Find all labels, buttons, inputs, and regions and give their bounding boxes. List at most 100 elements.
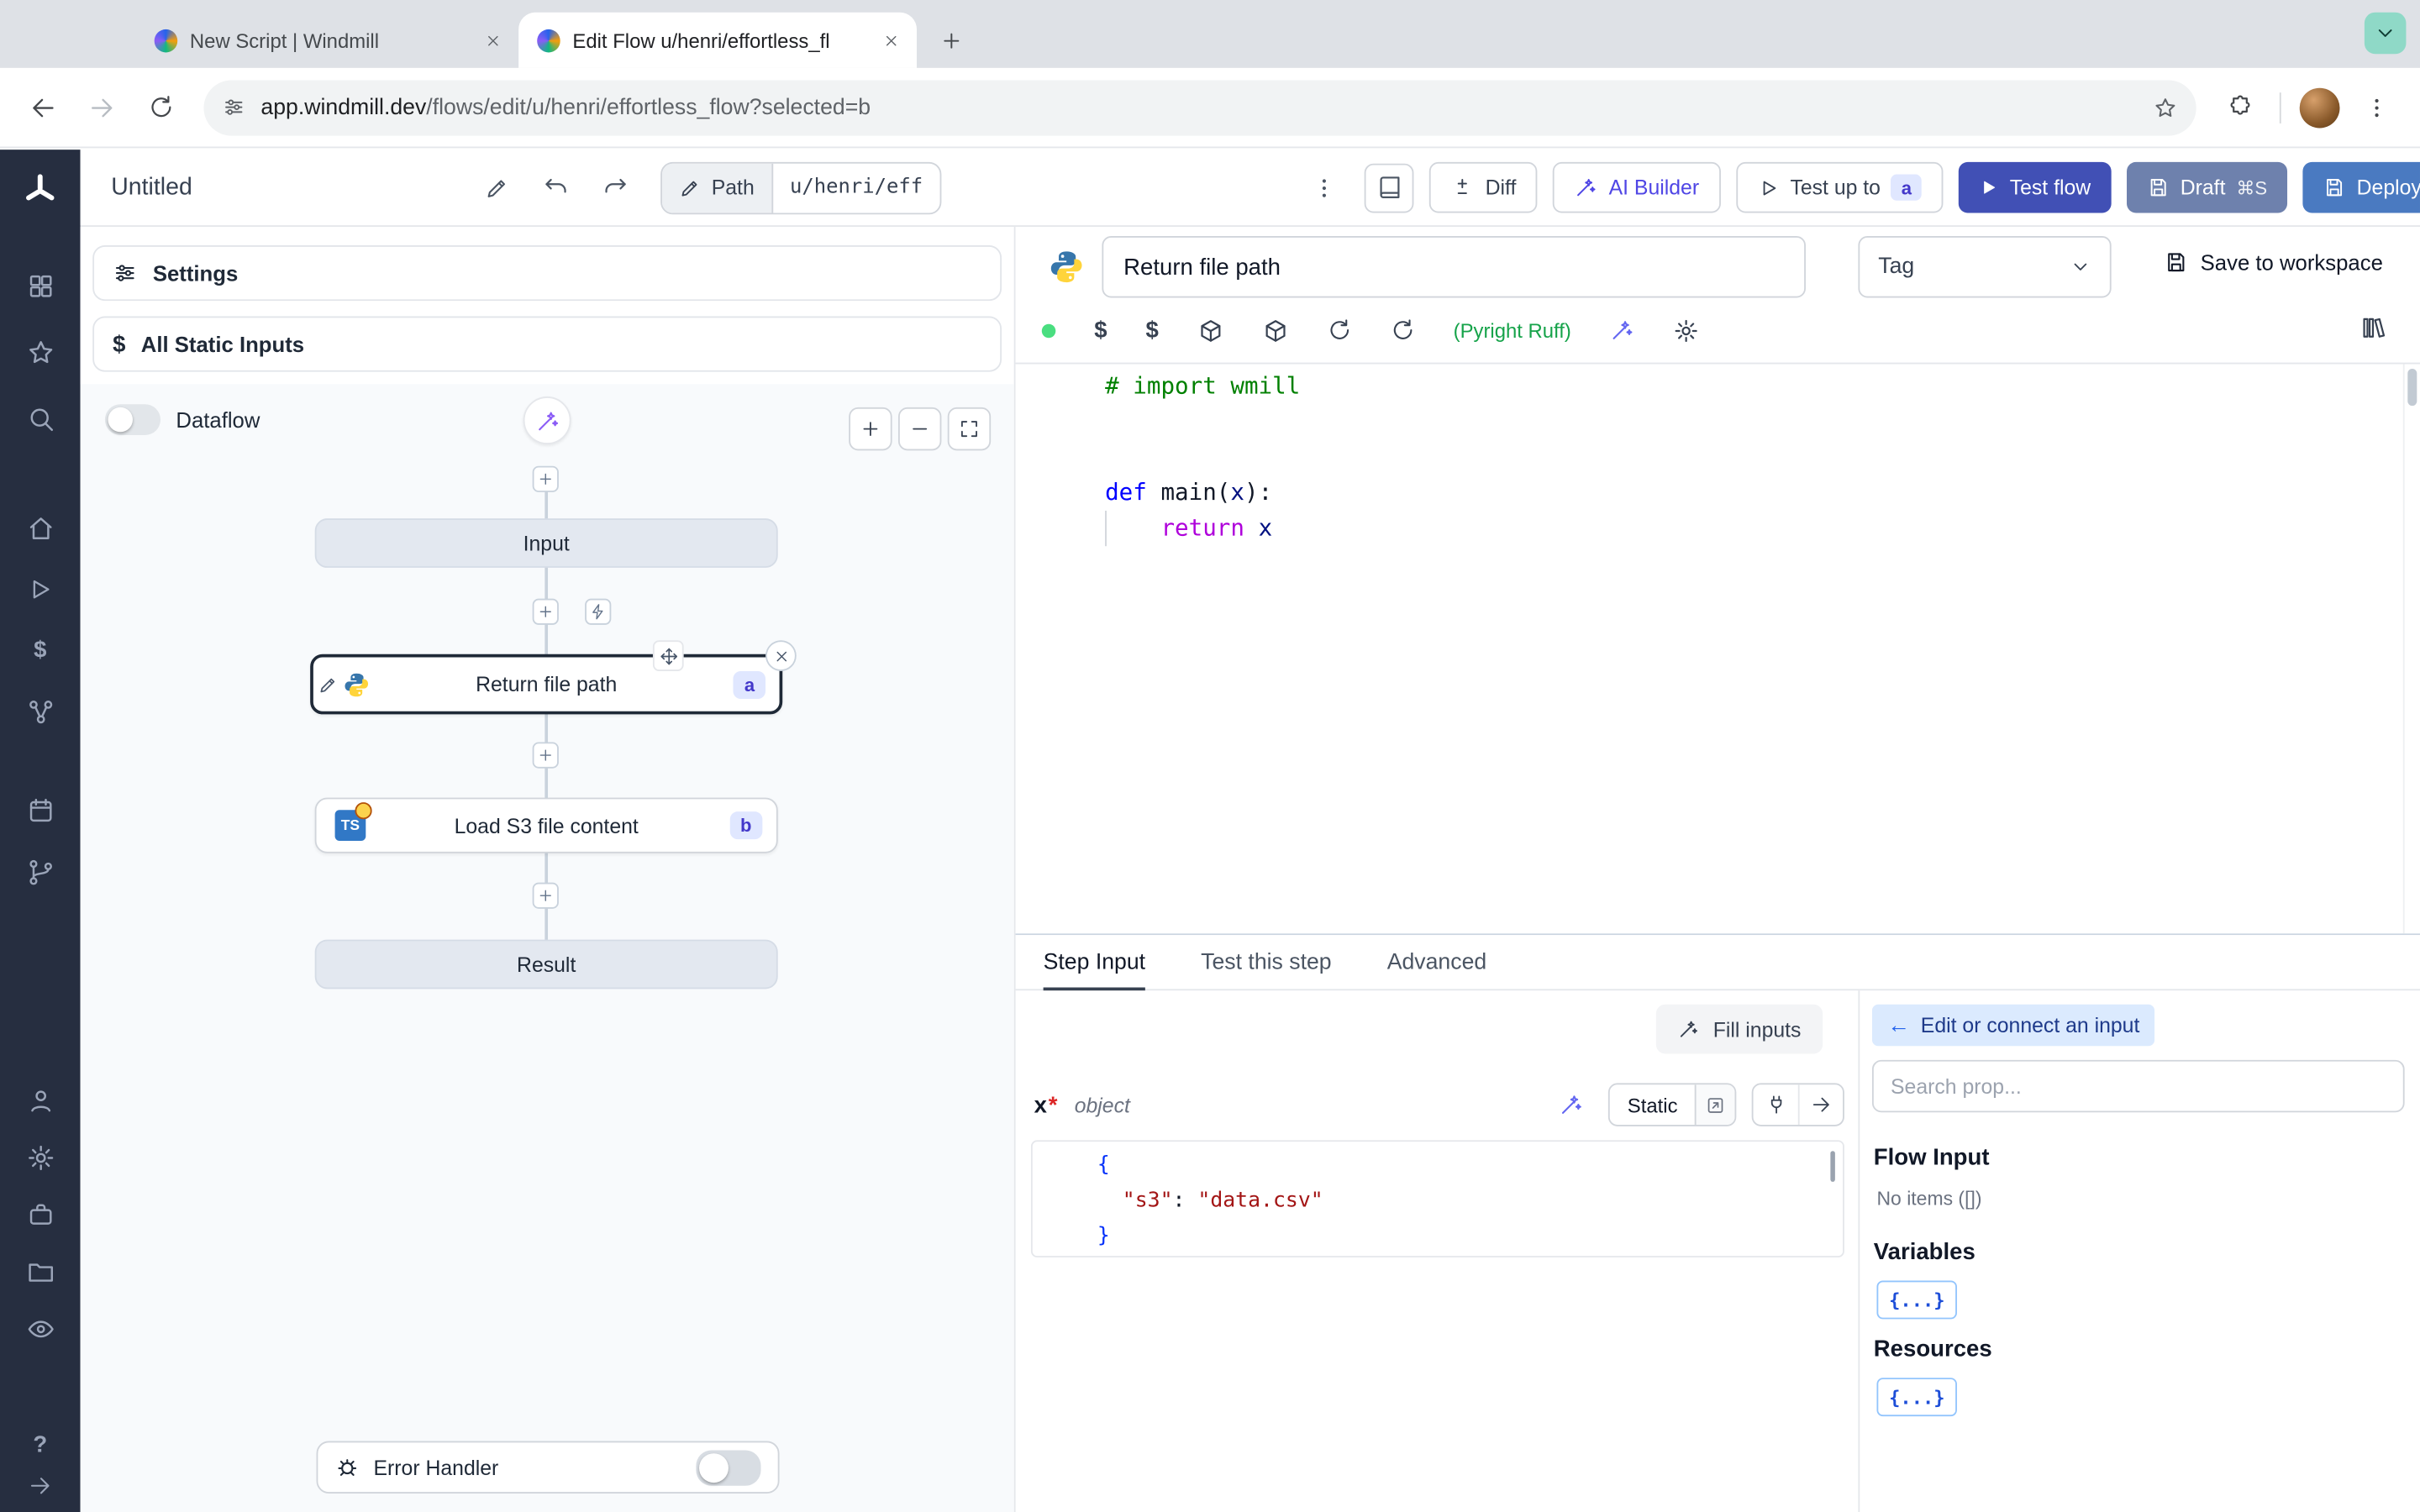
edit-step-icon[interactable]: [318, 675, 338, 695]
sidebar-collapse-icon[interactable]: [22, 1467, 59, 1504]
move-step-icon[interactable]: [652, 640, 684, 671]
fill-inputs-button[interactable]: Fill inputs: [1655, 1004, 1823, 1054]
site-settings-icon[interactable]: [222, 96, 245, 119]
error-handler-toggle[interactable]: [696, 1449, 761, 1485]
zoom-out-button[interactable]: [897, 407, 942, 451]
code-editor[interactable]: # import wmill def main(x): return x: [1015, 362, 2420, 934]
sidebar-item-home[interactable]: [22, 509, 59, 546]
windmill-logo[interactable]: [22, 171, 59, 208]
draft-button[interactable]: Draft ⌘S: [2126, 161, 2287, 213]
sidebar-item-workers[interactable]: [22, 853, 59, 890]
input-node[interactable]: Input: [314, 518, 778, 568]
tab-test-this-step[interactable]: Test this step: [1201, 935, 1331, 989]
dataflow-toggle[interactable]: [104, 404, 161, 435]
redo-button[interactable]: [590, 163, 639, 213]
sidebar-item-workspace[interactable]: [22, 1195, 59, 1232]
all-static-inputs-button[interactable]: $ All Static Inputs: [92, 316, 1002, 372]
reset-editor-icon[interactable]: [1390, 318, 1414, 342]
path-label-segment: Path: [661, 162, 773, 213]
variable-picker-icon[interactable]: $: [1094, 317, 1107, 343]
docs-button[interactable]: [1365, 162, 1415, 213]
fit-view-button[interactable]: [947, 407, 992, 451]
step-name-input[interactable]: [1102, 236, 1806, 298]
flow-canvas[interactable]: Dataflow Input Return file path a TS Loa…: [80, 384, 1014, 1512]
reload-button[interactable]: [133, 80, 188, 135]
add-step-button-top[interactable]: [532, 465, 559, 492]
sidebar-item-variables[interactable]: $: [22, 631, 59, 668]
ai-builder-button[interactable]: AI Builder: [1553, 161, 1721, 213]
json-scrollbar-thumb[interactable]: [1830, 1151, 1835, 1182]
insert-arrow-icon[interactable]: [1797, 1084, 1843, 1125]
deploy-button[interactable]: Deploy: [2302, 161, 2420, 213]
edit-title-icon[interactable]: [472, 163, 522, 213]
wand-icon: [1677, 1018, 1699, 1040]
sidebar-item-apps[interactable]: [22, 267, 59, 304]
resource-picker-icon[interactable]: $: [1145, 317, 1158, 343]
diff-button[interactable]: Diff: [1429, 161, 1539, 213]
error-handler[interactable]: Error Handler: [316, 1441, 780, 1494]
tag-select[interactable]: Tag: [1858, 236, 2112, 298]
add-trigger-icon[interactable]: [585, 598, 612, 625]
address-bar[interactable]: app.windmill.dev/flows/edit/u/henri/effo…: [203, 79, 2196, 135]
result-node[interactable]: Result: [314, 939, 778, 990]
sidebar-item-audit-logs[interactable]: [22, 1310, 59, 1347]
save-to-workspace-button[interactable]: Save to workspace: [2164, 250, 2383, 275]
assets-icon[interactable]: [1262, 317, 1288, 343]
add-step-button-1[interactable]: [532, 598, 559, 625]
step-node-a[interactable]: Return file path a: [310, 640, 797, 715]
test-flow-button[interactable]: Test flow: [1959, 161, 2112, 213]
sidebar-item-favorites[interactable]: [22, 333, 59, 370]
tab-advanced[interactable]: Advanced: [1387, 935, 1486, 989]
tab-step-input[interactable]: Step Input: [1043, 935, 1146, 991]
json-value-editor[interactable]: { "s3": "data.csv"}: [1030, 1140, 1844, 1257]
editor-settings-icon[interactable]: [1673, 317, 1699, 343]
ai-assistant-icon[interactable]: [1610, 318, 1634, 342]
reload-deps-icon[interactable]: [1327, 318, 1351, 342]
back-button[interactable]: [15, 80, 71, 135]
resources-object-button[interactable]: {...}: [1876, 1378, 1958, 1417]
browser-tab-inactive[interactable]: New Script | Windmill: [136, 13, 519, 68]
more-options-icon[interactable]: [1300, 163, 1349, 213]
search-prop-input[interactable]: [1871, 1059, 2405, 1113]
scrollbar-thumb[interactable]: [2407, 368, 2417, 407]
variables-object-button[interactable]: {...}: [1876, 1280, 1958, 1320]
sidebar-item-users[interactable]: [22, 1082, 59, 1119]
tab-close-icon[interactable]: [478, 26, 506, 54]
sidebar-item-search[interactable]: [22, 400, 59, 437]
windmill-app: $ ? Untitled Path u/henri/eff Diff AI Bu…: [0, 150, 2420, 1512]
step-node-b[interactable]: TS Load S3 file content b: [314, 797, 778, 853]
sidebar-item-folders[interactable]: [22, 1252, 59, 1289]
sidebar-item-runs[interactable]: [22, 571, 59, 608]
package-icon[interactable]: [1197, 317, 1223, 343]
static-mode-button[interactable]: Static: [1611, 1084, 1695, 1125]
plug-icon[interactable]: [1754, 1084, 1798, 1125]
add-step-button-2[interactable]: [532, 742, 559, 769]
lint-status[interactable]: (Pyright Ruff): [1454, 318, 1571, 342]
zoom-in-button[interactable]: [849, 407, 892, 451]
edit-connect-button[interactable]: ← Edit or connect an input: [1871, 1004, 2155, 1047]
test-up-to-button[interactable]: Test up to a: [1736, 161, 1944, 213]
tab-search-button[interactable]: [2364, 12, 2407, 55]
extensions-icon[interactable]: [2212, 80, 2267, 135]
delete-step-icon[interactable]: [765, 640, 797, 671]
library-icon[interactable]: [2360, 315, 2386, 341]
forward-button[interactable]: [74, 80, 129, 135]
sidebar-item-settings[interactable]: [22, 1139, 59, 1176]
browser-menu-icon[interactable]: [2349, 80, 2405, 135]
expression-mode-icon[interactable]: [1694, 1084, 1735, 1125]
browser-tab-active[interactable]: Edit Flow u/henri/effortless_fl: [518, 12, 918, 68]
profile-avatar[interactable]: [2299, 87, 2340, 128]
editor-scrollbar[interactable]: [2402, 364, 2420, 934]
sidebar-item-help[interactable]: ?: [22, 1425, 59, 1462]
new-tab-button[interactable]: [929, 18, 972, 61]
ai-fill-icon[interactable]: [1560, 1092, 1584, 1116]
undo-button[interactable]: [531, 163, 581, 213]
ai-flow-chat-button[interactable]: [523, 396, 571, 444]
path-display[interactable]: Path u/henri/eff: [660, 160, 942, 214]
sidebar-item-resources[interactable]: [22, 693, 59, 730]
bookmark-star-icon[interactable]: [2153, 95, 2177, 119]
add-step-button-3[interactable]: [532, 882, 559, 909]
settings-button[interactable]: Settings: [92, 245, 1002, 302]
tab-close-icon[interactable]: [876, 26, 904, 54]
sidebar-item-schedules[interactable]: [22, 791, 59, 828]
